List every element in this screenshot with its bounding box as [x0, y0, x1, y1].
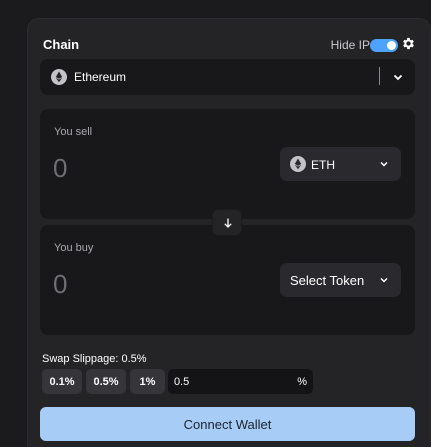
arrow-down-icon	[224, 218, 232, 228]
sell-label: You sell	[54, 126, 93, 138]
sell-token-label: ETH	[311, 158, 335, 172]
sell-token-select[interactable]: ETH	[280, 147, 401, 181]
chain-name: Ethereum	[74, 70, 127, 84]
chain-select[interactable]: Ethereum	[40, 59, 415, 95]
chevron-down-icon	[380, 277, 388, 283]
buy-token-label: Select Token	[290, 273, 365, 288]
chain-title: Chain	[43, 37, 80, 52]
toggle-knob	[387, 41, 396, 50]
buy-amount-input[interactable]: 0	[53, 269, 67, 300]
sell-amount-input[interactable]: 0	[53, 153, 67, 184]
slippage-label: Swap Slippage: 0.5%	[42, 353, 147, 365]
hide-ip-label: Hide IP	[330, 38, 370, 52]
buy-label: You buy	[54, 242, 94, 254]
gear-icon[interactable]	[401, 36, 416, 51]
panel-header: Chain Hide IP	[43, 37, 416, 55]
connect-wallet-button[interactable]: Connect Wallet	[40, 407, 415, 441]
slippage-unit: %	[297, 376, 307, 388]
sell-box: You sell 0 ETH	[40, 109, 415, 219]
ethereum-icon	[290, 156, 306, 172]
buy-token-select[interactable]: Select Token	[280, 263, 401, 297]
hide-ip-toggle[interactable]	[370, 39, 398, 52]
chevron-down-icon[interactable]	[392, 71, 404, 83]
buy-box: You buy 0 Select Token	[40, 225, 415, 335]
slippage-custom-input[interactable]: 0.5 %	[168, 369, 313, 394]
select-divider	[379, 67, 380, 85]
ethereum-icon	[51, 69, 67, 85]
chevron-down-icon	[380, 161, 388, 167]
swap-panel: Chain Hide IP Ethereum You sell 0 ETH Yo…	[27, 18, 431, 447]
swap-direction-button[interactable]	[212, 209, 242, 236]
slippage-option-0.1[interactable]: 0.1%	[42, 369, 82, 394]
slippage-option-1[interactable]: 1%	[130, 369, 165, 394]
slippage-custom-value: 0.5	[174, 376, 190, 388]
slippage-option-0.5[interactable]: 0.5%	[86, 369, 126, 394]
